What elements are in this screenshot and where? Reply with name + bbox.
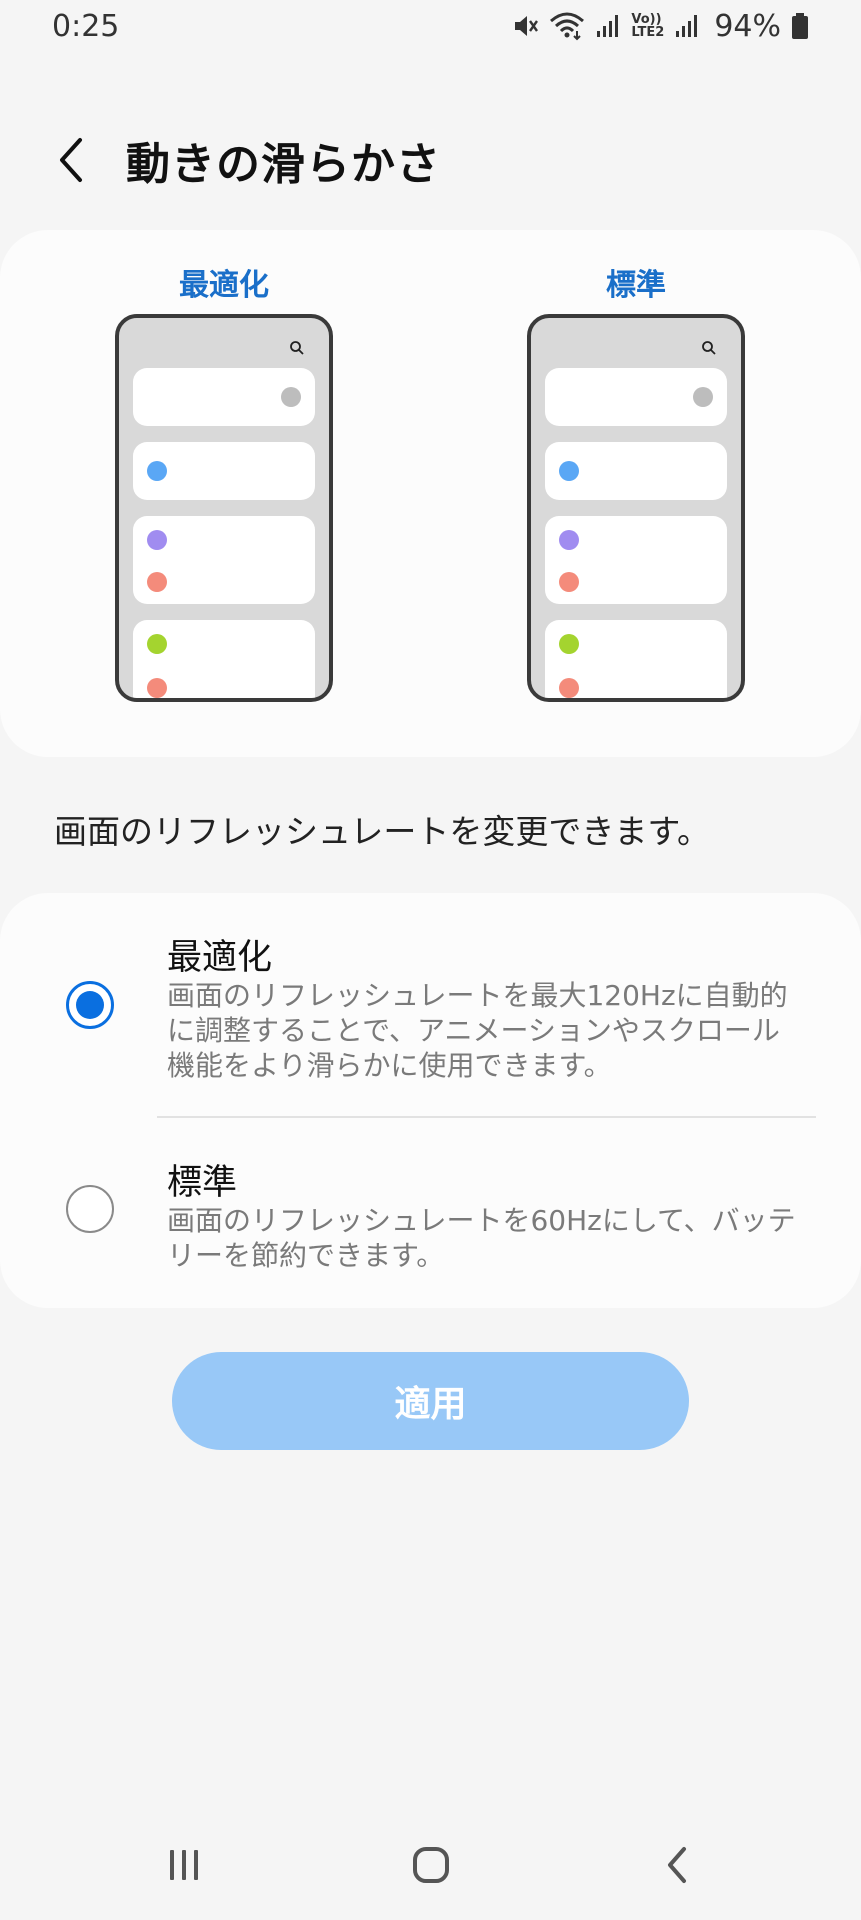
mini-card — [545, 620, 727, 698]
volte-icon: Vo)) LTE2 — [631, 12, 665, 40]
phone-illustration — [115, 314, 333, 702]
preview-standard: 標準 — [526, 260, 746, 702]
signal-icon-2 — [674, 13, 700, 39]
option-description: 画面のリフレッシュレートを最大120Hzに自動的に調整することで、アニメーション… — [167, 979, 788, 1082]
mini-card — [133, 620, 315, 698]
options-card: 最適化 画面のリフレッシュレートを最大120Hzに自動的に調整することで、アニメ… — [0, 893, 861, 1308]
preview-card: 最適化 標準 — [0, 230, 861, 757]
status-icons: Vo)) LTE2 94% — [511, 9, 809, 44]
back-button[interactable] — [32, 125, 112, 195]
status-time: 0:25 — [52, 8, 120, 44]
navigation-bar — [0, 1810, 861, 1920]
mini-card — [545, 368, 727, 426]
search-icon — [290, 341, 304, 355]
preview-label-standard: 標準 — [606, 268, 666, 303]
radio-optimized[interactable] — [66, 981, 114, 1029]
mini-card — [545, 442, 727, 500]
preview-optimized: 最適化 — [114, 260, 334, 702]
apply-button[interactable]: 適用 — [172, 1352, 689, 1450]
color-dot — [147, 572, 167, 592]
phone-illustration — [527, 314, 745, 702]
option-title: 標準 — [167, 1163, 238, 1203]
mini-card — [133, 368, 315, 426]
toggle-dot — [281, 387, 301, 407]
recent-apps-icon — [169, 1850, 198, 1880]
preview-label-optimized: 最適化 — [179, 268, 269, 303]
battery-icon — [791, 12, 809, 40]
color-dot — [559, 461, 579, 481]
search-icon — [702, 341, 716, 355]
color-dot — [147, 678, 167, 698]
status-bar: 0:25 Vo)) LTE2 94% — [0, 0, 861, 52]
color-dot — [147, 634, 167, 654]
color-dot — [147, 530, 167, 550]
radio-standard[interactable] — [66, 1185, 114, 1233]
wifi-icon — [549, 11, 585, 41]
description-text: 画面のリフレッシュレートを変更できます。 — [54, 812, 711, 851]
mini-card — [133, 516, 315, 604]
color-dot — [559, 530, 579, 550]
option-standard[interactable]: 標準 画面のリフレッシュレートを60Hzにして、バッテリーを節約できます。 — [0, 1118, 861, 1308]
signal-icon — [595, 13, 621, 39]
page-title: 動きの滑らかさ — [126, 139, 441, 190]
home-button[interactable] — [371, 1825, 491, 1905]
mute-icon — [511, 12, 539, 40]
back-icon — [667, 1847, 686, 1883]
back-nav-button[interactable] — [618, 1825, 738, 1905]
app-header: 動きの滑らかさ — [0, 125, 861, 195]
option-title: 最適化 — [167, 938, 273, 978]
recent-apps-button[interactable] — [124, 1825, 244, 1905]
color-dot — [559, 634, 579, 654]
battery-percent: 94% — [714, 8, 781, 44]
home-icon — [412, 1847, 449, 1883]
toggle-dot — [693, 387, 713, 407]
option-optimized[interactable]: 最適化 画面のリフレッシュレートを最大120Hzに自動的に調整することで、アニメ… — [0, 893, 861, 1117]
color-dot — [559, 572, 579, 592]
option-description: 画面のリフレッシュレートを60Hzにして、バッテリーを節約できます。 — [167, 1204, 796, 1272]
color-dot — [559, 678, 579, 698]
mini-card — [133, 442, 315, 500]
color-dot — [147, 461, 167, 481]
chevron-left-icon — [60, 138, 82, 182]
mini-card — [545, 516, 727, 604]
